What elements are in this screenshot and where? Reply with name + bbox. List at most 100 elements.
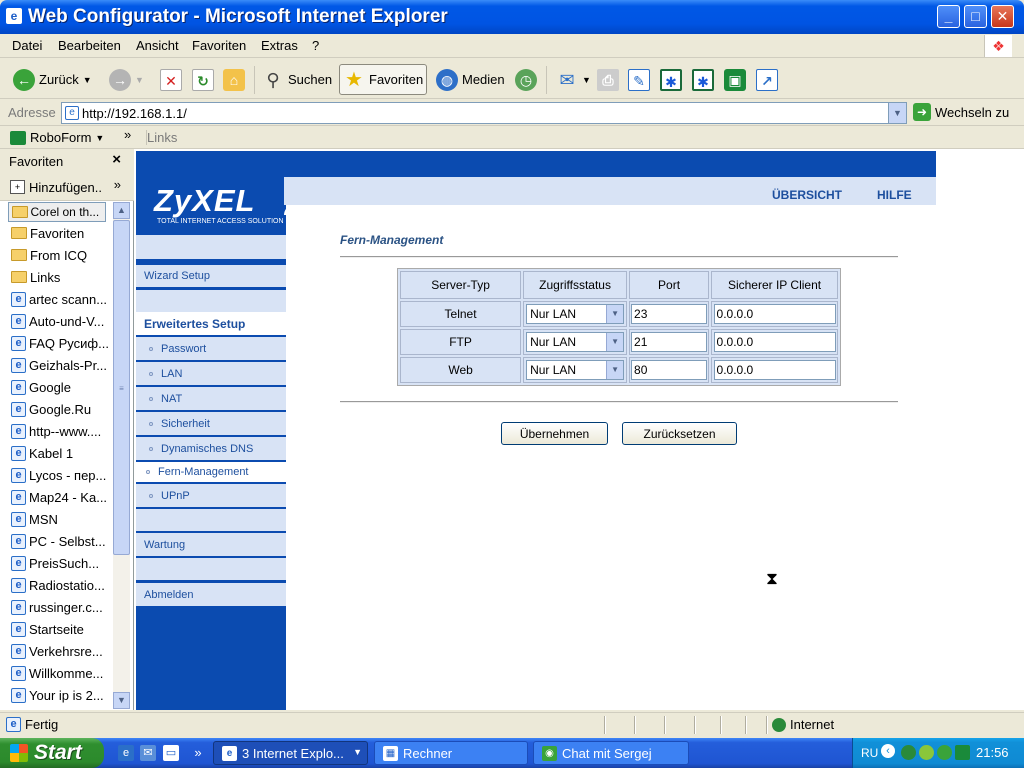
list-item[interactable]: e Geizhals-Pr... [0, 354, 113, 376]
list-item[interactable]: e Google [0, 376, 113, 398]
access-select[interactable]: Nur LAN ▼ [526, 304, 625, 324]
title-bar[interactable]: e Web Configurator - Microsoft Internet … [0, 0, 1024, 34]
messenger-button[interactable]: ✱ [689, 64, 717, 95]
search-button[interactable]: ⚲ Suchen [259, 64, 335, 95]
port-input[interactable] [631, 332, 708, 352]
nav-passwort[interactable]: Passwort [136, 337, 286, 360]
menu-ansicht[interactable]: Ansicht [136, 38, 179, 53]
menu-help[interactable]: ? [312, 38, 319, 53]
list-item[interactable]: e Kabel 1 [0, 442, 113, 464]
close-button[interactable]: ✕ [991, 5, 1014, 28]
reset-button[interactable]: Zurücksetzen [622, 422, 737, 445]
roboform-menu[interactable]: RoboForm ▼ [10, 130, 104, 145]
task-internet-explorer[interactable]: e 3 Internet Explo... ▼ [213, 741, 368, 765]
network-icon[interactable] [901, 745, 916, 760]
forward-button[interactable]: → ▼ [106, 64, 147, 95]
list-item[interactable]: e Radiostatio... [0, 574, 113, 596]
list-item[interactable]: e Auto-und-V... [0, 310, 113, 332]
list-item[interactable]: e Willkomme... [0, 662, 113, 684]
print-button[interactable]: ⎙ [594, 64, 622, 95]
nav-sicherheit[interactable]: Sicherheit [136, 412, 286, 435]
language-indicator[interactable]: RU [861, 746, 878, 760]
roboform-button[interactable]: ▣ [721, 64, 749, 95]
address-input[interactable] [82, 104, 882, 122]
list-item[interactable]: e PreisSuch... [0, 552, 113, 574]
refresh-button[interactable]: ↻ [189, 64, 217, 95]
list-item[interactable]: e artec scann... [0, 288, 113, 310]
menu-extras[interactable]: Extras [261, 38, 298, 53]
chat-tray-icon[interactable] [937, 745, 952, 760]
nav-lan[interactable]: LAN [136, 362, 286, 385]
list-item[interactable]: e Lycos - пер... [0, 464, 113, 486]
maximize-button[interactable]: □ [964, 5, 987, 28]
icq-icon[interactable] [919, 745, 934, 760]
history-button[interactable]: ◷ [512, 64, 540, 95]
list-item[interactable]: e PC - Selbst... [0, 530, 113, 552]
apply-button[interactable]: Übernehmen [501, 422, 608, 445]
mail-button[interactable]: ✉ ▼ [553, 64, 594, 95]
list-item[interactable]: From ICQ [0, 244, 113, 266]
menu-datei[interactable]: Datei [12, 38, 42, 53]
minimize-button[interactable]: _ [937, 5, 960, 28]
help-link[interactable]: HILFE [877, 188, 912, 202]
chevron-right-icon[interactable]: » [114, 177, 121, 192]
list-item[interactable]: e Startseite [0, 618, 113, 640]
address-box[interactable]: e ▼ [61, 102, 907, 124]
nav-advanced-setup[interactable]: Erweitertes Setup [136, 312, 286, 335]
nav-wizard-setup[interactable]: Wizard Setup [136, 265, 286, 287]
chevron-right-icon[interactable]: » [190, 745, 206, 761]
access-select[interactable]: Nur LAN ▼ [526, 360, 625, 380]
quicklaunch-ie-icon[interactable]: e [118, 745, 134, 761]
add-favorite-button[interactable]: + Hinzufügen.. » [0, 174, 134, 201]
edit-button[interactable]: ✎ [625, 64, 653, 95]
back-button[interactable]: ← Zurück ▼ [10, 64, 95, 95]
chevron-down-icon[interactable]: ▼ [606, 333, 624, 351]
nav-upnp[interactable]: UPnP [136, 484, 286, 507]
home-button[interactable]: ⌂ [220, 64, 248, 95]
quicklaunch-mail-icon[interactable]: ✉ [140, 745, 156, 761]
close-icon[interactable]: × [112, 151, 121, 168]
access-select[interactable]: Nur LAN ▼ [526, 332, 625, 352]
list-item[interactable]: e MSN [0, 508, 113, 530]
task-rechner[interactable]: ▦ Rechner [374, 741, 528, 765]
port-input[interactable] [631, 304, 708, 324]
start-button[interactable]: Start [0, 738, 104, 768]
list-item[interactable]: Corel on th... [7, 202, 106, 222]
list-item[interactable]: Favoriten [0, 222, 113, 244]
nav-abmelden[interactable]: Abmelden [136, 583, 286, 606]
roboform-tray-icon[interactable] [955, 745, 970, 760]
task-chat[interactable]: ◉ Chat mit Sergej [533, 741, 689, 765]
scroll-down-arrow[interactable]: ▼ [113, 692, 130, 709]
chevron-right-icon[interactable]: » [124, 127, 131, 142]
nav-wartung[interactable]: Wartung [136, 533, 286, 556]
secure-ip-input[interactable] [713, 332, 836, 352]
chevron-down-icon[interactable]: ▼ [606, 305, 624, 323]
overview-link[interactable]: ÜBERSICHT [772, 188, 842, 202]
media-button[interactable]: ◍ Medien [433, 64, 508, 95]
menu-bearbeiten[interactable]: Bearbeiten [58, 38, 121, 53]
nav-nat[interactable]: NAT [136, 387, 286, 410]
list-item[interactable]: e Verkehrsre... [0, 640, 113, 662]
secure-ip-input[interactable] [713, 304, 836, 324]
list-item[interactable]: e FAQ Русиф... [0, 332, 113, 354]
nav-dynamisches-dns[interactable]: Dynamisches DNS [136, 437, 286, 460]
list-item[interactable]: e Your ip is 2... [0, 684, 113, 706]
list-item[interactable]: e Map24 - Ka... [0, 486, 113, 508]
favorites-scrollbar[interactable]: ▲ ≡ ▼ [113, 202, 130, 709]
scroll-thumb[interactable]: ≡ [113, 220, 130, 555]
menu-favoriten[interactable]: Favoriten [192, 38, 246, 53]
links-label[interactable]: Links [146, 130, 177, 145]
window-button[interactable]: ↗ [753, 64, 781, 95]
list-item[interactable]: e http--www.... [0, 420, 113, 442]
favorites-button[interactable]: ★ Favoriten [339, 64, 428, 95]
quicklaunch-desktop-icon[interactable]: ▭ [163, 745, 179, 761]
list-item[interactable]: e Google.Ru [0, 398, 113, 420]
nav-fern-management[interactable]: Fern-Management [136, 460, 286, 482]
secure-ip-input[interactable] [713, 360, 836, 380]
chevron-left-icon[interactable]: ‹ [881, 744, 895, 758]
port-input[interactable] [631, 360, 708, 380]
list-item[interactable]: e russinger.c... [0, 596, 113, 618]
stop-button[interactable]: ✕ [157, 64, 185, 95]
chevron-down-icon[interactable]: ▼ [606, 361, 624, 379]
list-item[interactable]: Links [0, 266, 113, 288]
